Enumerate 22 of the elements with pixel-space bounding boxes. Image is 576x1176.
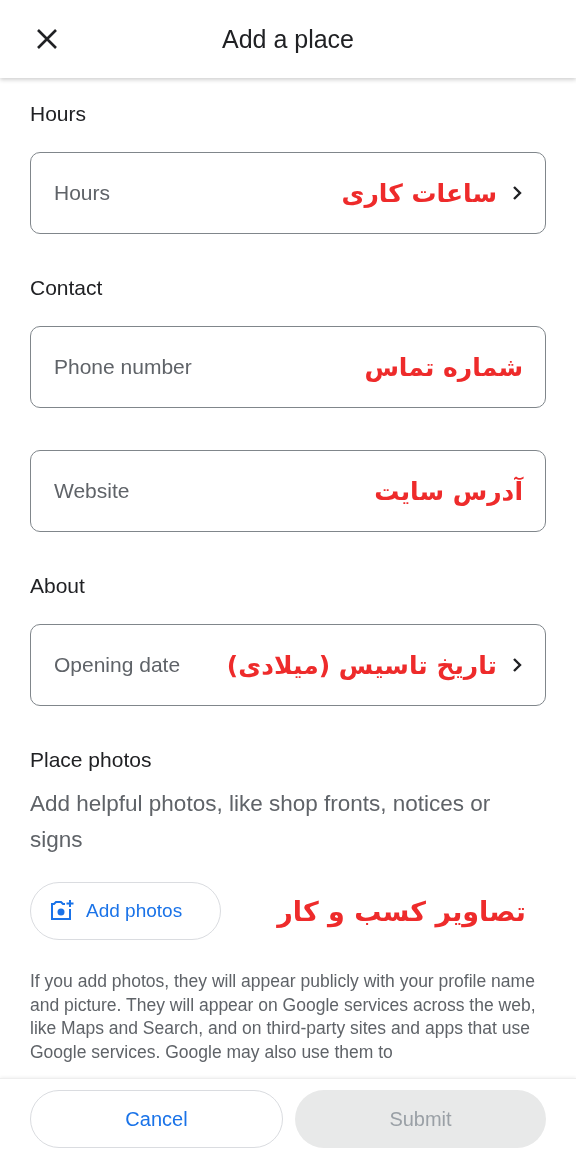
annotation-text: آدرس سایت <box>374 476 523 506</box>
close-icon <box>36 28 58 50</box>
annotation-text: شماره تماس <box>364 352 523 382</box>
annotation-text: ساعات کاری <box>341 178 497 208</box>
annotation-text: تاریخ تاسیس (میلادی) <box>226 650 497 680</box>
section-heading: Hours <box>30 102 88 126</box>
annotation-text: تصاویر کسب و کار <box>277 895 526 927</box>
field-placeholder: Hours <box>54 181 111 205</box>
chevron-right-icon <box>511 185 523 201</box>
section-heading: Place photos <box>30 748 153 772</box>
field-placeholder: Website <box>54 479 130 503</box>
window-title: Add a place <box>221 24 354 53</box>
field-placeholder: Opening date <box>54 653 181 677</box>
section-heading: Contact <box>30 276 104 300</box>
section-description: Add helpful photos, like shop fronts, notices or signs <box>30 790 492 854</box>
cancel-button[interactable]: Cancel <box>30 1090 283 1148</box>
field-placeholder: Phone number <box>54 355 192 379</box>
disclaimer-text: If you add photos, they will appear publicly with your profile name and picture. They will appear on Google services across the web, like Maps and Search, and on third-party sites and apps that use Google services. Google may also use them to <box>30 970 537 1064</box>
add-photos-button[interactable]: Add photos <box>30 882 221 940</box>
camera-plus-icon <box>50 900 74 922</box>
section-heading: About <box>30 574 86 598</box>
chevron-right-icon <box>511 657 523 673</box>
